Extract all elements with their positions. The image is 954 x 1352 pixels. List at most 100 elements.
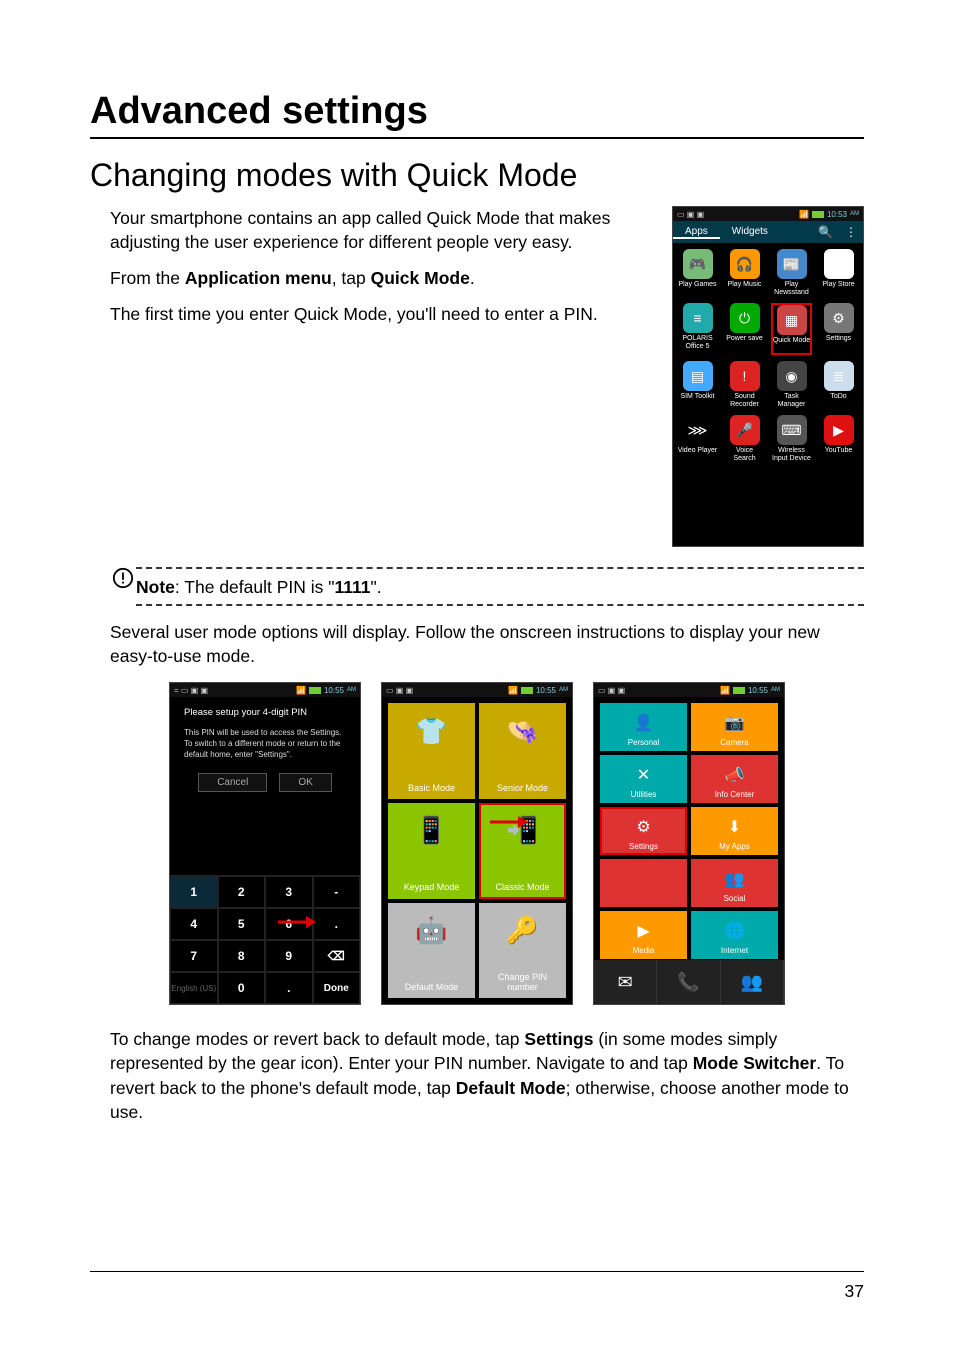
tab-widgets[interactable]: Widgets bbox=[720, 226, 780, 239]
app-icon: ◉ bbox=[777, 361, 807, 391]
mode-icon: 👕 bbox=[412, 711, 452, 751]
key-.[interactable]: . bbox=[313, 908, 361, 940]
key-4[interactable]: 4 bbox=[170, 908, 218, 940]
mode-change-pin-number[interactable]: 🔑Change PIN number bbox=[479, 903, 566, 999]
tile-label: Camera bbox=[720, 738, 748, 747]
key-2[interactable]: 2 bbox=[218, 876, 266, 908]
menu-icon[interactable]: ⋮ bbox=[839, 225, 863, 239]
tile-icon: ⬇ bbox=[720, 813, 750, 840]
heading-rule bbox=[90, 137, 864, 139]
key-6[interactable]: 6 bbox=[265, 908, 313, 940]
mode-grid: 👕Basic Mode 👒 Senior Mode 📱Keypad Mode📲Clas… bbox=[382, 697, 572, 1004]
app-polaris-office-5[interactable]: ≡POLARIS Office 5 bbox=[677, 303, 718, 355]
key-9[interactable]: 9 bbox=[265, 940, 313, 972]
pin-heading: Please setup your 4-digit PIN bbox=[170, 697, 360, 722]
mode-icon: 👒 bbox=[503, 711, 543, 751]
app-todo[interactable]: ≣ToDo bbox=[818, 361, 859, 409]
tile-icon bbox=[629, 868, 659, 898]
app-play-store[interactable]: ▶Play Store bbox=[818, 249, 859, 297]
mode-classic-mode[interactable]: 📲Classic Mode bbox=[479, 803, 566, 899]
app-label: SIM Toolkit bbox=[677, 393, 718, 409]
app-sim-toolkit[interactable]: ▤SIM Toolkit bbox=[677, 361, 718, 409]
status-bar: = ▭ ▣ ▣ 📶 10:55AM bbox=[170, 683, 360, 697]
app-wireless-input-device[interactable]: ⌨Wireless Input Device bbox=[771, 415, 812, 463]
key-⌫[interactable]: ⌫ bbox=[313, 940, 361, 972]
search-icon[interactable]: 🔍 bbox=[812, 225, 839, 239]
key-dot[interactable]: . bbox=[265, 972, 313, 1004]
wifi-icon: 📶 bbox=[799, 210, 809, 219]
app-play-music[interactable]: 🎧Play Music bbox=[724, 249, 765, 297]
key-0[interactable]: 0 bbox=[218, 972, 266, 1004]
phone-icon[interactable]: 📞 bbox=[657, 960, 720, 1004]
tile-personal[interactable]: 👤Personal bbox=[600, 703, 687, 751]
text-bold: Quick Mode bbox=[371, 268, 470, 288]
app-play-newsstand[interactable]: 📰 Play Newsstand bbox=[771, 249, 812, 297]
status-ampm: AM bbox=[559, 687, 568, 693]
mode-basic-mode[interactable]: 👕Basic Mode bbox=[388, 703, 475, 799]
tab-bar: Apps Widgets 🔍 ⋮ bbox=[673, 221, 863, 243]
mode-icon: 📲 bbox=[503, 811, 543, 851]
key--[interactable]: - bbox=[313, 876, 361, 908]
keypad: 123-456.789⌫English (US)0.Done bbox=[170, 875, 360, 1004]
app-sound-recorder[interactable]: !Sound Recorder bbox=[724, 361, 765, 409]
key-8[interactable]: 8 bbox=[218, 940, 266, 972]
app-icon: ⋙ bbox=[683, 415, 713, 445]
note-label: Note bbox=[136, 577, 175, 597]
mode-keypad-mode[interactable]: 📱Keypad Mode bbox=[388, 803, 475, 899]
battery-icon bbox=[309, 687, 321, 694]
text: From the bbox=[110, 268, 185, 288]
tile-label: Utilities bbox=[631, 790, 657, 799]
pin-subtext: This PIN will be used to access the Sett… bbox=[170, 722, 360, 766]
paragraph-change-modes: To change modes or revert back to defaul… bbox=[110, 1027, 864, 1124]
ok-button[interactable]: OK bbox=[279, 773, 331, 792]
text: , tap bbox=[332, 268, 371, 288]
tile-settings[interactable]: ⚙Settings bbox=[600, 807, 687, 855]
app-label: YouTube bbox=[818, 447, 859, 463]
tile-my-apps[interactable]: ⬇My Apps bbox=[691, 807, 778, 855]
tab-apps[interactable]: Apps bbox=[673, 226, 720, 239]
app-settings[interactable]: ⚙Settings bbox=[818, 303, 859, 355]
app-youtube[interactable]: ▶YouTube bbox=[818, 415, 859, 463]
cancel-button[interactable]: Cancel bbox=[198, 773, 267, 792]
tile-info-center[interactable]: 📣Info Center bbox=[691, 755, 778, 803]
app-label: Video Player bbox=[677, 447, 718, 463]
tile-internet[interactable]: 🌐Internet bbox=[691, 911, 778, 959]
app-label: Play Newsstand bbox=[771, 281, 812, 297]
tile-blank[interactable] bbox=[600, 859, 687, 907]
tile-social[interactable]: 👥Social bbox=[691, 859, 778, 907]
key-1[interactable]: 1 bbox=[170, 876, 218, 908]
text-bold: Default Mode bbox=[456, 1078, 566, 1098]
mode-senior-mode[interactable]: 👒 Senior Mode bbox=[479, 703, 566, 799]
tile-camera[interactable]: 📷Camera bbox=[691, 703, 778, 751]
tile-label: Media bbox=[633, 946, 655, 955]
key-7[interactable]: 7 bbox=[170, 940, 218, 972]
mail-icon[interactable]: ✉ bbox=[594, 960, 657, 1004]
note-icon bbox=[110, 567, 136, 589]
app-quick-mode[interactable]: ▦Quick Mode bbox=[771, 303, 812, 355]
wifi-icon: 📶 bbox=[296, 686, 306, 695]
key-5[interactable]: 5 bbox=[218, 908, 266, 940]
app-task-manager[interactable]: ◉ Task Manager bbox=[771, 361, 812, 409]
app-label: Voice Search bbox=[724, 447, 765, 463]
app-icon: 📰 bbox=[777, 249, 807, 279]
key-done[interactable]: Done bbox=[313, 972, 361, 1004]
app-play-games[interactable]: 🎮Play Games bbox=[677, 249, 718, 297]
status-left-icons: ▭ ▣ ▣ bbox=[677, 210, 704, 219]
app-voice-search[interactable]: 🎤Voice Search bbox=[724, 415, 765, 463]
status-right: 📶 10:55AM bbox=[508, 686, 568, 695]
tile-utilities[interactable]: ✕Utilities bbox=[600, 755, 687, 803]
text-bold: Settings bbox=[524, 1029, 593, 1049]
mode-icon: 🔑 bbox=[503, 911, 543, 951]
mode-default-mode[interactable]: 🤖Default Mode bbox=[388, 903, 475, 999]
app-label: Task Manager bbox=[771, 393, 812, 409]
tile-media[interactable]: ▶Media bbox=[600, 911, 687, 959]
key-lang[interactable]: English (US) bbox=[170, 972, 218, 1004]
app-power-save[interactable]: ⏻Power save bbox=[724, 303, 765, 355]
app-video-player[interactable]: ⋙ Video Player bbox=[677, 415, 718, 463]
mode-label: Senior Mode bbox=[497, 783, 548, 793]
battery-icon bbox=[521, 687, 533, 694]
paragraph-options-display: Several user mode options will display. … bbox=[110, 620, 864, 668]
contacts-icon[interactable]: 👥 bbox=[721, 960, 784, 1004]
key-3[interactable]: 3 bbox=[265, 876, 313, 908]
app-label: Sound Recorder bbox=[724, 393, 765, 409]
